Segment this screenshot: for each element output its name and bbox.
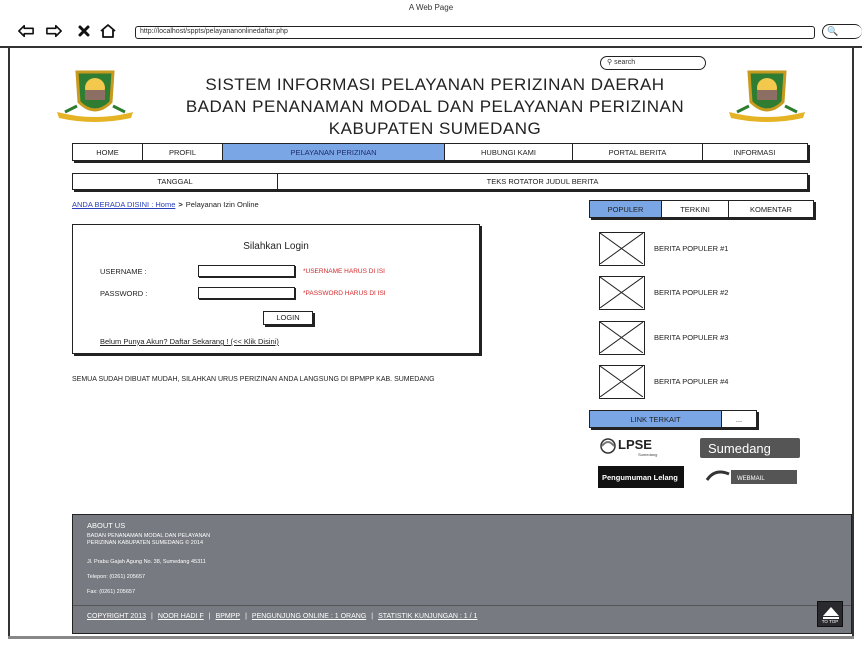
news-item[interactable]: BERITA POPULER #2 (599, 276, 799, 310)
svg-text:WEBMAIL: WEBMAIL (737, 476, 765, 482)
register-link[interactable]: Belum Punya Akun? Daftar Sekarang ! (<< … (100, 337, 279, 346)
image-placeholder-icon (599, 276, 645, 310)
left-regency-logo (55, 68, 135, 126)
site-title-line-3: KABUPATEN SUMEDANG (328, 119, 542, 138)
svg-text:Pengumuman Lelang: Pengumuman Lelang (602, 473, 678, 482)
breadcrumb: ANDA BERADA DISINI : Home > Pelayanan Izin… (72, 200, 259, 209)
webmail-logo[interactable]: WEBMAIL (703, 466, 801, 488)
news-tabs: POPULER TERKINI KOMENTAR (589, 200, 814, 218)
login-button[interactable]: LOGIN (263, 311, 313, 325)
related-links-tabs: LINK TERKAIT ... (589, 410, 757, 428)
username-input[interactable] (198, 265, 295, 277)
footer-about-title: ABOUT US (87, 521, 126, 530)
news-item-title: BERITA POPULER #1 (654, 244, 729, 253)
back-arrow-icon[interactable] (18, 24, 34, 38)
footer-bpmpp-link[interactable]: BPMPP (216, 613, 241, 620)
main-nav: HOME PROFIL PELAYANAN PERIZINAN HUBUNGI … (72, 143, 808, 161)
to-top-button[interactable]: TO TOP (817, 601, 843, 627)
footer-fax: Fax: (0261) 205657 (87, 589, 136, 595)
svg-text:Sumedang: Sumedang (638, 452, 657, 457)
news-item[interactable]: BERITA POPULER #3 (599, 321, 799, 355)
breadcrumb-current: Pelayanan Izin Online (185, 200, 259, 209)
footer-copyright-link[interactable]: COPYRIGHT 2013 (87, 613, 146, 620)
footer-about-line: PERIZINAN KABUPATEN SUMEDANG © 2014 (87, 540, 204, 546)
browser-search-field[interactable]: 🔍 (822, 24, 862, 39)
pengumuman-lelang-logo[interactable]: Pengumuman Lelang (598, 466, 684, 488)
password-input[interactable] (198, 287, 295, 299)
login-title: Silahkan Login (243, 241, 309, 252)
news-item-title: BERITA POPULER #3 (654, 333, 729, 342)
username-label: USERNAME : (100, 267, 147, 276)
news-ticker: TANGGAL TEKS ROTATOR JUDUL BERITA (72, 173, 808, 190)
to-top-label: TO TOP (821, 619, 839, 624)
browser-toolbar: http://localhost/sppts/pelayananonlineda… (0, 14, 862, 48)
image-placeholder-icon (599, 232, 645, 266)
password-label: PASSWORD : (100, 289, 148, 298)
breadcrumb-home-link[interactable]: ANDA BERADA DISINI : Home (72, 200, 175, 209)
horizontal-scrollbar[interactable] (8, 636, 854, 639)
nav-portal-berita[interactable]: PORTAL BERITA (573, 144, 703, 160)
forward-arrow-icon[interactable] (46, 24, 62, 38)
image-placeholder-icon (599, 321, 645, 355)
breadcrumb-separator: > (178, 200, 183, 209)
tab-link-terkait[interactable]: LINK TERKAIT (590, 411, 722, 427)
ticker-text[interactable]: TEKS ROTATOR JUDUL BERITA (278, 174, 807, 189)
window-title: A Web Page (408, 3, 454, 12)
stop-icon[interactable] (76, 24, 92, 38)
home-icon[interactable] (100, 24, 116, 38)
news-item[interactable]: BERITA POPULER #1 (599, 232, 799, 266)
footer-phone: Telepon: (0261) 205657 (87, 574, 146, 580)
news-item-title: BERITA POPULER #4 (654, 377, 729, 386)
news-item[interactable]: BERITA POPULER #4 (599, 365, 799, 399)
news-item-title: BERITA POPULER #2 (654, 288, 729, 297)
footer-visitors-online-link[interactable]: PENGUNJUNG ONLINE : 1 ORANG (252, 613, 366, 620)
search-icon: 🔍 (827, 26, 839, 36)
sumedang-portal-logo[interactable]: Sumedang (700, 438, 800, 458)
nav-profil[interactable]: PROFIL (143, 144, 223, 160)
right-regency-logo (727, 68, 807, 126)
footer-author-link[interactable]: NOOR HADI F (158, 613, 204, 620)
nav-home[interactable]: HOME (73, 144, 143, 160)
tab-terkini[interactable]: TERKINI (662, 201, 729, 217)
site-title-line-1: SISTEM INFORMASI PELAYANAN PERIZINAN DAE… (205, 75, 665, 94)
site-title-line-2: BADAN PENANAMAN MODAL DAN PELAYANAN PERI… (185, 97, 685, 116)
nav-pelayanan-perizinan[interactable]: PELAYANAN PERIZINAN (223, 144, 445, 160)
site-title: SISTEM INFORMASI PELAYANAN PERIZINAN DAE… (150, 74, 720, 140)
tab-komentar[interactable]: KOMENTAR (729, 201, 813, 217)
footer: ABOUT US BADAN PENANAMAN MODAL DAN PELAY… (72, 514, 852, 634)
tab-populer[interactable]: POPULER (590, 201, 662, 217)
footer-divider (73, 605, 851, 606)
tab-more[interactable]: ... (722, 411, 756, 427)
nav-hubungi-kami[interactable]: HUBUNGI KAMI (445, 144, 573, 160)
footer-address: Jl. Prabu Gajah Agung No. 38, Sumedang 4… (87, 559, 206, 565)
password-hint: *PASSWORD HARUS DI ISI (303, 290, 386, 297)
username-hint: *USERNAME HARUS DI ISI (303, 268, 385, 275)
info-message: SEMUA SUDAH DIBUAT MUDAH, SILAHKAN URUS … (72, 376, 435, 383)
footer-links: COPYRIGHT 2013 | NOOR HADI F | BPMPP | PENG… (87, 613, 478, 620)
image-placeholder-icon (599, 365, 645, 399)
site-search-input[interactable]: ⚲ search (600, 56, 706, 70)
svg-text:LPSE: LPSE (618, 437, 652, 452)
login-panel: Silahkan Login USERNAME : *USERNAME HARU… (72, 224, 480, 354)
nav-informasi[interactable]: INFORMASI (703, 144, 806, 160)
footer-statistics-link[interactable]: STATISTIK KUNJUNGAN : 1 / 1 (378, 613, 477, 620)
url-bar[interactable]: http://localhost/sppts/pelayananonlineda… (135, 26, 815, 39)
lpse-logo[interactable]: LPSE Sumedang (598, 436, 682, 458)
footer-about-line: BADAN PENANAMAN MODAL DAN PELAYANAN (87, 533, 211, 539)
ticker-date: TANGGAL (73, 174, 278, 189)
svg-text:Sumedang: Sumedang (708, 441, 771, 456)
